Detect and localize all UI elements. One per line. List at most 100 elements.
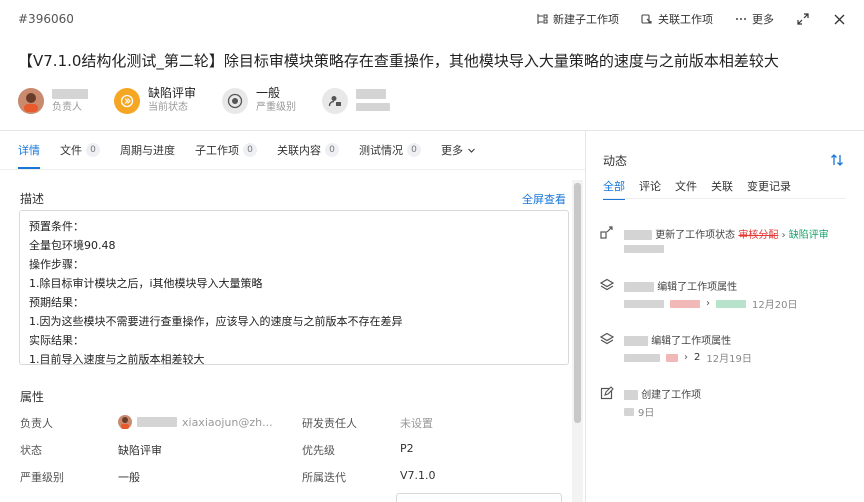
description-line: 全量包环境90.48 bbox=[29, 239, 116, 252]
prop-key: 所属迭代 bbox=[302, 471, 346, 484]
new-value: 2 bbox=[694, 352, 701, 363]
activity-tab-files[interactable]: 文件 bbox=[675, 178, 697, 200]
prop-value: 未设置 bbox=[400, 417, 433, 430]
meta-row: 负责人 缺陷评审 当前状态 一般 严重级别 bbox=[18, 86, 391, 115]
user-name-redacted bbox=[624, 282, 654, 292]
prop-key: 状态 bbox=[20, 444, 42, 457]
activity-title: 动态 bbox=[603, 154, 628, 168]
field-redacted bbox=[624, 353, 660, 362]
severity-value: 一般 bbox=[256, 86, 281, 100]
cut-off-select[interactable] bbox=[396, 493, 562, 502]
tab-cycle-progress[interactable]: 周期与进度 bbox=[110, 131, 185, 169]
top-actions: 新建子工作项 关联工作项 更多 bbox=[536, 11, 846, 27]
tabs-divider bbox=[0, 169, 585, 170]
sort-icon[interactable] bbox=[830, 153, 844, 167]
old-value-redacted bbox=[670, 299, 700, 308]
count-badge: 0 bbox=[243, 143, 257, 157]
prop-key: 严重级别 bbox=[20, 471, 64, 484]
tab-label: 更多 bbox=[441, 144, 463, 157]
severity-label: 严重级别 bbox=[256, 102, 297, 113]
prop-key: 优先级 bbox=[302, 444, 335, 457]
edit-icon bbox=[600, 386, 614, 400]
activity-tabs: 全部 评论 文件 关联 变更记录 bbox=[603, 178, 791, 200]
panel-divider bbox=[585, 130, 586, 502]
arrow-right-icon bbox=[114, 87, 140, 114]
old-state: 审核分配 bbox=[738, 230, 779, 241]
tab-label: 详情 bbox=[18, 144, 40, 157]
activity-text: 更新了工作项状态 bbox=[655, 230, 736, 241]
prop-key: 研发责任人 bbox=[302, 417, 357, 430]
description-box[interactable]: 预置条件： 全量包环境90.48 操作步骤： 1.除目标审计模块之后，i其他模块… bbox=[19, 210, 569, 366]
description-line: 1.除目标审计模块之后，i其他模块导入大量策略 bbox=[29, 277, 263, 290]
assignee-email: xiaxiaojun@zh... bbox=[182, 415, 273, 429]
tab-testing[interactable]: 测试情况 0 bbox=[349, 131, 431, 169]
tab-label: 子工作项 bbox=[195, 144, 239, 157]
prop-value: 一般 bbox=[118, 471, 140, 484]
more-button[interactable]: 更多 bbox=[735, 11, 774, 27]
top-bar: #396060 新建子工作项 关联工作项 更多 bbox=[0, 0, 864, 38]
ellipsis-icon bbox=[736, 18, 746, 20]
activity-tab-links[interactable]: 关联 bbox=[711, 178, 733, 200]
expand-icon[interactable] bbox=[796, 12, 810, 26]
tab-more[interactable]: 更多 bbox=[431, 131, 486, 169]
scrollbar-thumb[interactable] bbox=[574, 183, 581, 423]
state-label: 当前状态 bbox=[148, 102, 188, 113]
field-redacted bbox=[624, 299, 664, 308]
tab-related[interactable]: 关联内容 0 bbox=[267, 131, 349, 169]
activity-tab-all[interactable]: 全部 bbox=[603, 178, 625, 200]
new-state: 缺陷评审 bbox=[788, 230, 829, 241]
tab-subitems[interactable]: 子工作项 0 bbox=[185, 131, 267, 169]
assignee-label: 负责人 bbox=[52, 102, 82, 113]
description-line: 预置条件： bbox=[29, 220, 84, 233]
fullscreen-link[interactable]: 全屏查看 bbox=[522, 191, 566, 207]
activity-date: 12月20日 bbox=[752, 300, 798, 311]
new-subitem-button[interactable]: 新建子工作项 bbox=[536, 11, 619, 27]
prop-key: 负责人 bbox=[20, 417, 53, 430]
dev-owner-label-redacted bbox=[356, 103, 391, 111]
tab-details[interactable]: 详情 bbox=[8, 131, 50, 169]
avatar bbox=[118, 415, 132, 429]
prop-value: 缺陷评审 bbox=[118, 444, 162, 457]
assignee-name-redacted bbox=[137, 417, 177, 427]
user-name-redacted bbox=[624, 390, 638, 400]
more-label: 更多 bbox=[752, 13, 774, 26]
activity-tab-comments[interactable]: 评论 bbox=[639, 178, 661, 200]
date-redacted bbox=[624, 245, 664, 253]
description-line: 操作步骤： bbox=[29, 258, 84, 271]
description-line: 1.因为这些模块不需要进行查重操作，应该导入的速度与之前版本不存在差异 bbox=[29, 315, 403, 328]
layers-icon bbox=[600, 278, 614, 291]
activity-text: 编辑了工作项属性 bbox=[657, 282, 738, 293]
activity-tabs-divider bbox=[603, 198, 846, 199]
subtask-icon bbox=[537, 14, 548, 24]
avatar bbox=[18, 87, 44, 114]
user-name-redacted bbox=[624, 336, 648, 346]
dev-owner-name-redacted bbox=[356, 88, 387, 99]
state-value: 缺陷评审 bbox=[148, 86, 197, 100]
activity-date: 9日 bbox=[638, 408, 655, 419]
tab-files[interactable]: 文件 0 bbox=[50, 131, 110, 169]
count-badge: 0 bbox=[407, 143, 421, 157]
activity-tab-changelog[interactable]: 变更记录 bbox=[747, 178, 791, 200]
radio-icon bbox=[222, 87, 249, 114]
state-meta[interactable]: 缺陷评审 当前状态 bbox=[114, 86, 196, 115]
count-badge: 0 bbox=[86, 143, 100, 157]
user-name-redacted bbox=[624, 230, 652, 240]
close-icon[interactable] bbox=[832, 12, 846, 26]
tab-label: 关联内容 bbox=[277, 144, 321, 157]
dev-owner-meta[interactable] bbox=[322, 86, 391, 115]
old-value-redacted bbox=[666, 353, 678, 362]
link-icon bbox=[641, 14, 652, 24]
layers-icon bbox=[600, 332, 614, 345]
severity-meta[interactable]: 一般 严重级别 bbox=[222, 86, 296, 115]
link-item-button[interactable]: 关联工作项 bbox=[641, 11, 713, 27]
chevron-down-icon bbox=[468, 148, 475, 153]
assignee-meta[interactable]: 负责人 bbox=[18, 86, 88, 115]
description-line: 1.目前导入速度与之前版本相差较大 bbox=[29, 353, 205, 366]
properties-heading: 属性 bbox=[20, 390, 45, 404]
activity-text: 编辑了工作项属性 bbox=[651, 336, 732, 347]
page-title: 【V7.1.0结构化测试_第二轮】除目标审模块策略存在查重操作，其他模块导入大量… bbox=[18, 52, 779, 70]
detail-tabs: 详情 文件 0 周期与进度 子工作项 0 关联内容 0 测试情况 0 更多 bbox=[8, 131, 486, 169]
assignee-name-redacted bbox=[52, 88, 88, 99]
link-item-label: 关联工作项 bbox=[658, 13, 713, 26]
tab-label: 测试情况 bbox=[359, 144, 403, 157]
